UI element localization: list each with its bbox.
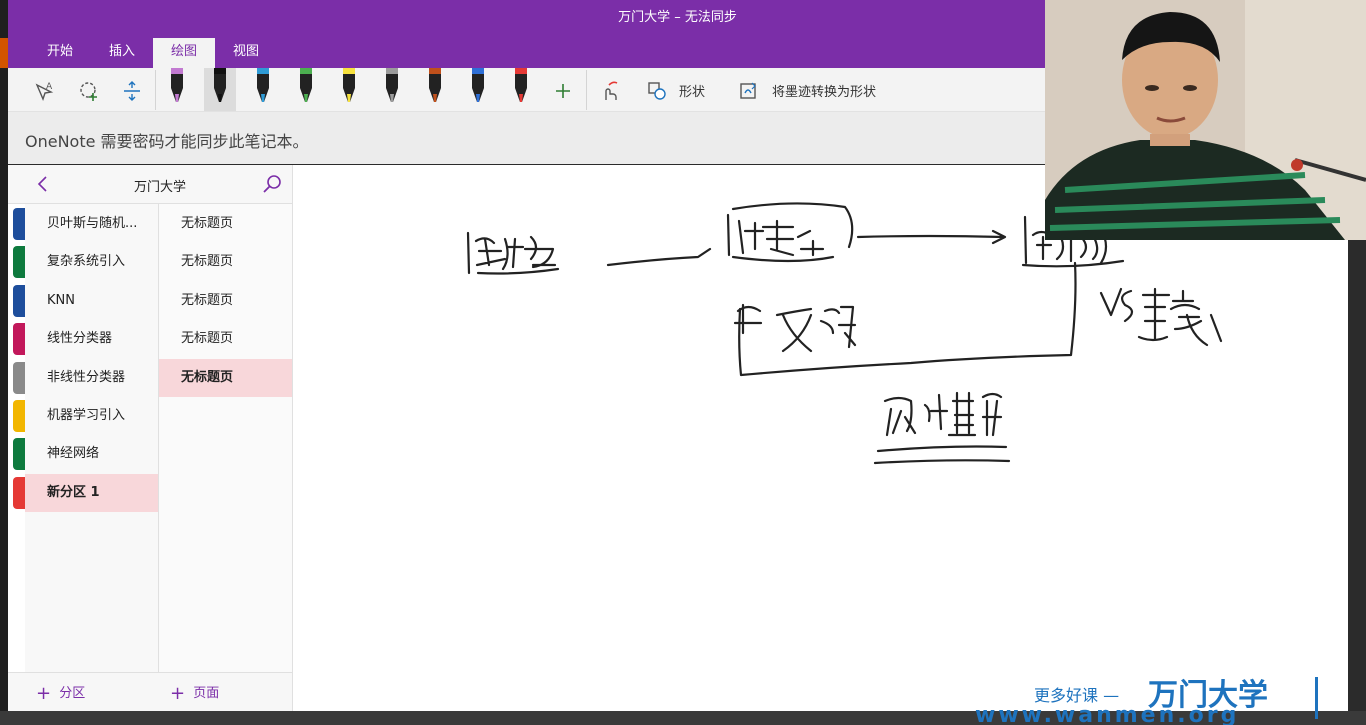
section-item[interactable]: 线性分类器 [25, 320, 158, 358]
section-item[interactable]: 机器学习引入 [25, 397, 158, 435]
section-color-tab [13, 246, 25, 279]
page-item[interactable]: 无标题页 [159, 320, 292, 358]
ink-to-shape-label[interactable]: 将墨迹转换为形状 [772, 81, 876, 100]
presenter-image [1045, 0, 1366, 240]
page-label: 无标题页 [181, 331, 234, 347]
pen-icon [214, 68, 226, 102]
back-button[interactable] [34, 174, 52, 198]
tab-view[interactable]: 视图 [220, 38, 272, 68]
pen-6[interactable] [383, 68, 401, 106]
section-color-tab [13, 208, 25, 240]
pen-3[interactable] [254, 68, 272, 106]
pen-icon [515, 68, 527, 102]
toolbar-separator [586, 70, 587, 110]
section-color-tab [13, 323, 25, 356]
tab-home[interactable]: 开始 [32, 38, 88, 68]
section-item[interactable]: 复杂系统引入 [25, 243, 158, 281]
section-label: 机器学习引入 [47, 408, 126, 423]
search-button[interactable] [261, 173, 283, 199]
tab-insert[interactable]: 插入 [96, 38, 148, 68]
shapes-button[interactable] [640, 74, 674, 108]
pen-icon [343, 68, 355, 102]
insert-space-button[interactable] [115, 74, 149, 108]
section-color-tab [13, 476, 25, 509]
ink-to-shape-icon [740, 82, 756, 99]
shapes-label[interactable]: 形状 [679, 81, 705, 100]
touch-draw-button[interactable] [592, 74, 626, 108]
pen-icon [300, 68, 312, 102]
add-section-button[interactable]: + 分区 [36, 682, 85, 704]
page-label: 无标题页 [181, 216, 234, 231]
plus-icon: + [36, 683, 52, 704]
pen-1[interactable] [168, 68, 186, 106]
pen-5[interactable] [340, 68, 358, 106]
section-label: 复杂系统引入 [47, 254, 126, 270]
presenter-video [1045, 0, 1366, 240]
page-item[interactable]: 无标题页 [159, 205, 292, 243]
pen-2[interactable] [204, 68, 236, 111]
pen-icon [171, 68, 183, 102]
section-label: 贝叶斯与随机... [47, 216, 138, 231]
section-label: 神经网络 [47, 446, 100, 462]
page-item[interactable]: 无标题页 [159, 282, 292, 320]
section-label: 非线性分类器 [47, 369, 126, 385]
insert-space-icon [124, 81, 140, 101]
pen-icon [386, 68, 398, 102]
section-color-tab [13, 400, 25, 432]
search-icon [263, 175, 281, 193]
plus-icon [556, 84, 570, 98]
svg-text:A: A [46, 82, 53, 92]
add-page-button[interactable]: + 页面 [170, 682, 219, 704]
pen-icon [257, 68, 269, 102]
section-label: KNN [47, 292, 75, 308]
page-item[interactable]: 无标题页 [159, 243, 292, 281]
page-canvas[interactable] [293, 165, 1348, 711]
section-item[interactable]: 非线性分类器 [25, 359, 158, 397]
pen-7[interactable] [426, 68, 444, 106]
handwritten-ink [466, 202, 1223, 465]
section-color-tab [13, 284, 25, 317]
sync-password-message[interactable]: OneNote 需要密码才能同步此笔记本。 [25, 128, 309, 152]
pen-icon [472, 68, 484, 102]
pen-4[interactable] [297, 68, 315, 106]
pen-icon [429, 68, 441, 102]
add-page-label: 页面 [193, 686, 220, 701]
add-section-label: 分区 [59, 686, 86, 701]
ink-to-shape-button[interactable] [732, 74, 766, 108]
section-item[interactable]: 神经网络 [25, 435, 158, 473]
tab-draw[interactable]: 绘图 [153, 38, 215, 68]
section-label: 新分区 1 [47, 484, 100, 500]
section-color-tab [13, 438, 25, 471]
taskbar-marker [0, 38, 8, 68]
add-pen-button[interactable] [546, 74, 580, 108]
pen-8[interactable] [469, 68, 487, 106]
lasso-text-select-icon: A [35, 82, 54, 101]
chevron-left-icon [37, 176, 47, 192]
touch-draw-icon [605, 81, 618, 100]
section-item[interactable]: 新分区 1 [25, 473, 158, 512]
page-label: 无标题页 [181, 292, 234, 308]
lasso-select-button[interactable] [72, 74, 106, 108]
page-label: 无标题页 [181, 254, 234, 270]
section-item[interactable]: KNN [25, 282, 158, 320]
section-label: 线性分类器 [47, 331, 113, 347]
section-item[interactable]: 贝叶斯与随机... [25, 205, 158, 243]
page-label: 无标题页 [181, 369, 234, 385]
watermark-url: www.wanmen.org [975, 703, 1240, 725]
plus-icon: + [170, 683, 186, 704]
section-color-tab [13, 361, 25, 394]
shapes-icon [648, 82, 666, 100]
notebook-name[interactable]: 万门大学 [60, 176, 260, 195]
lasso-add-space-icon [80, 82, 97, 101]
lasso-text-select-button[interactable]: A [28, 74, 62, 108]
toolbar-separator [155, 70, 156, 110]
pen-9[interactable] [512, 68, 530, 106]
watermark-divider [1315, 677, 1318, 719]
page-item[interactable]: 无标题页 [159, 358, 292, 397]
left-edge [0, 0, 8, 725]
